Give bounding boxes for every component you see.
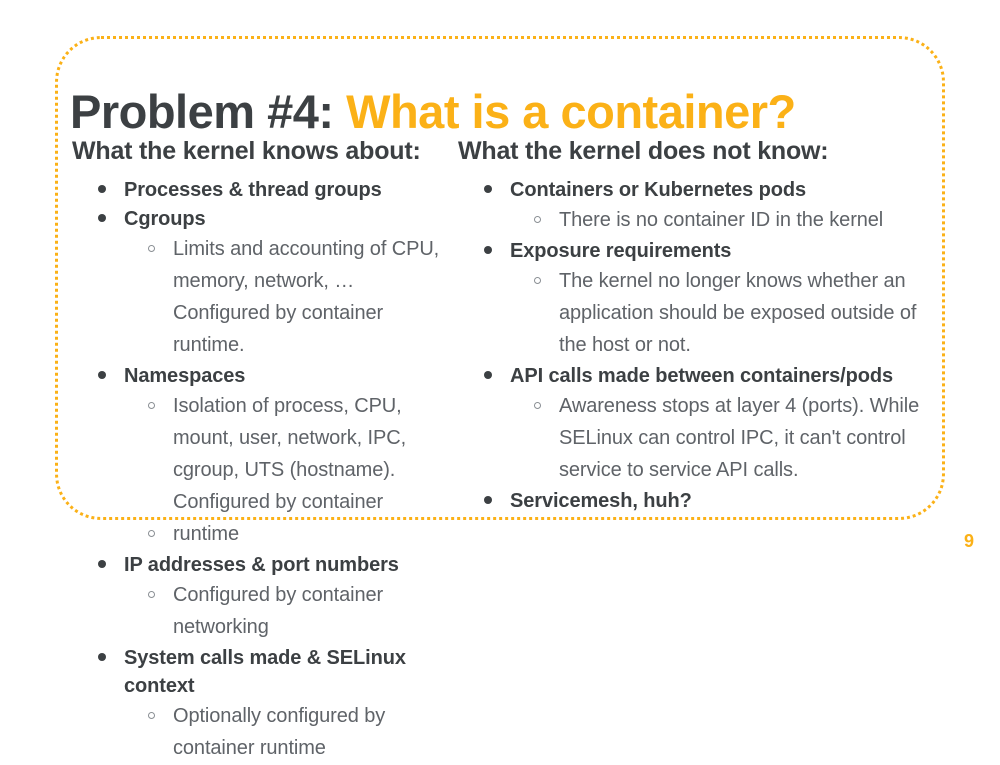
sub-list-item: Awareness stops at layer 4 (ports). Whil… <box>510 390 945 486</box>
sub-list-item: Limits and accounting of CPU, memory, ne… <box>124 233 445 361</box>
sub-list-item-label: Configured by container networking <box>173 584 384 638</box>
list-item: IP addresses & port numbers Configured b… <box>72 551 445 643</box>
bullet-disc-icon <box>98 653 106 661</box>
column-kernel-does-not-know: What the kernel does not know: Container… <box>445 136 945 765</box>
sub-bullet-list: Configured by container networking <box>124 579 445 643</box>
column-heading-left: What the kernel knows about: <box>72 137 421 165</box>
bullet-disc-icon <box>484 246 492 254</box>
list-item: API calls made between containers/pods A… <box>458 362 945 486</box>
slide: Problem #4: What is a container? What th… <box>0 0 1000 759</box>
bullet-disc-icon <box>98 185 106 193</box>
bullet-disc-icon <box>484 496 492 504</box>
sub-list-item-label: Limits and accounting of CPU, memory, ne… <box>173 238 440 356</box>
sub-list-item: Optionally configured by container runti… <box>124 700 445 764</box>
bullet-disc-icon <box>484 185 492 193</box>
bullet-disc-icon <box>98 214 106 222</box>
sub-bullet-list: Limits and accounting of CPU, memory, ne… <box>124 233 445 361</box>
sub-bullet-list: There is no container ID in the kernel <box>510 204 945 236</box>
content-columns: What the kernel knows about: Processes &… <box>0 136 1000 765</box>
bullet-circle-icon <box>148 402 155 409</box>
sub-list-item: The kernel no longer knows whether an ap… <box>510 265 945 361</box>
bullet-circle-icon <box>534 216 541 223</box>
bullet-list-left: Processes & thread groups Cgroups Limits… <box>72 176 445 764</box>
page-number: 9 <box>963 531 974 551</box>
bullet-circle-icon <box>148 712 155 719</box>
list-item: Exposure requirements The kernel no long… <box>458 237 945 361</box>
bullet-circle-icon <box>148 591 155 598</box>
page-title: Problem #4: What is a container? <box>70 87 796 138</box>
sub-list-item: Configured by container networking <box>124 579 445 643</box>
bullet-disc-icon <box>484 371 492 379</box>
list-item: Processes & thread groups <box>72 176 445 204</box>
list-item-label: Containers or Kubernetes pods <box>510 179 807 201</box>
title-highlight: What is a container? <box>346 85 796 139</box>
sub-list-item-label: Optionally configured by container runti… <box>173 705 386 759</box>
bullet-disc-icon <box>98 560 106 568</box>
sub-list-item-label: The kernel no longer knows whether an ap… <box>559 270 917 356</box>
list-item-label: Exposure requirements <box>510 240 732 262</box>
list-item: Servicemesh, huh? <box>458 487 945 515</box>
sub-list-item-label: Awareness stops at layer 4 (ports). Whil… <box>559 395 920 481</box>
bullet-circle-icon <box>148 245 155 252</box>
list-item: Namespaces Isolation of process, CPU, mo… <box>72 362 445 550</box>
bullet-list-right: Containers or Kubernetes pods There is n… <box>458 176 945 515</box>
bullet-circle-icon <box>534 277 541 284</box>
sub-list-item-label: There is no container ID in the kernel <box>559 209 884 231</box>
list-item-label: System calls made & SELinux context <box>124 647 406 697</box>
list-item-label: Servicemesh, huh? <box>510 490 692 512</box>
sub-list-item-label: runtime <box>173 523 239 545</box>
title-prefix: Problem #4: <box>70 85 334 139</box>
sub-bullet-list: Isolation of process, CPU, mount, user, … <box>124 390 445 550</box>
list-item-label: API calls made between containers/pods <box>510 365 893 387</box>
list-item-label: Cgroups <box>124 208 206 230</box>
sub-list-item: runtime <box>124 518 445 550</box>
list-item: System calls made & SELinux context Opti… <box>72 644 445 764</box>
sub-bullet-list: Optionally configured by container runti… <box>124 700 445 764</box>
sub-bullet-list: Awareness stops at layer 4 (ports). Whil… <box>510 390 945 486</box>
list-item: Cgroups Limits and accounting of CPU, me… <box>72 205 445 361</box>
list-item-label: IP addresses & port numbers <box>124 554 399 576</box>
list-item: Containers or Kubernetes pods There is n… <box>458 176 945 236</box>
bullet-circle-icon <box>148 530 155 537</box>
bullet-circle-icon <box>534 402 541 409</box>
column-heading-right: What the kernel does not know: <box>458 137 829 165</box>
sub-bullet-list: The kernel no longer knows whether an ap… <box>510 265 945 361</box>
list-item-label: Processes & thread groups <box>124 179 382 201</box>
sub-list-item: Isolation of process, CPU, mount, user, … <box>124 390 445 518</box>
sub-list-item-label: Isolation of process, CPU, mount, user, … <box>173 395 407 513</box>
bullet-disc-icon <box>98 371 106 379</box>
sub-list-item: There is no container ID in the kernel <box>510 204 945 236</box>
list-item-label: Namespaces <box>124 365 246 387</box>
column-kernel-knows: What the kernel knows about: Processes &… <box>0 136 445 765</box>
